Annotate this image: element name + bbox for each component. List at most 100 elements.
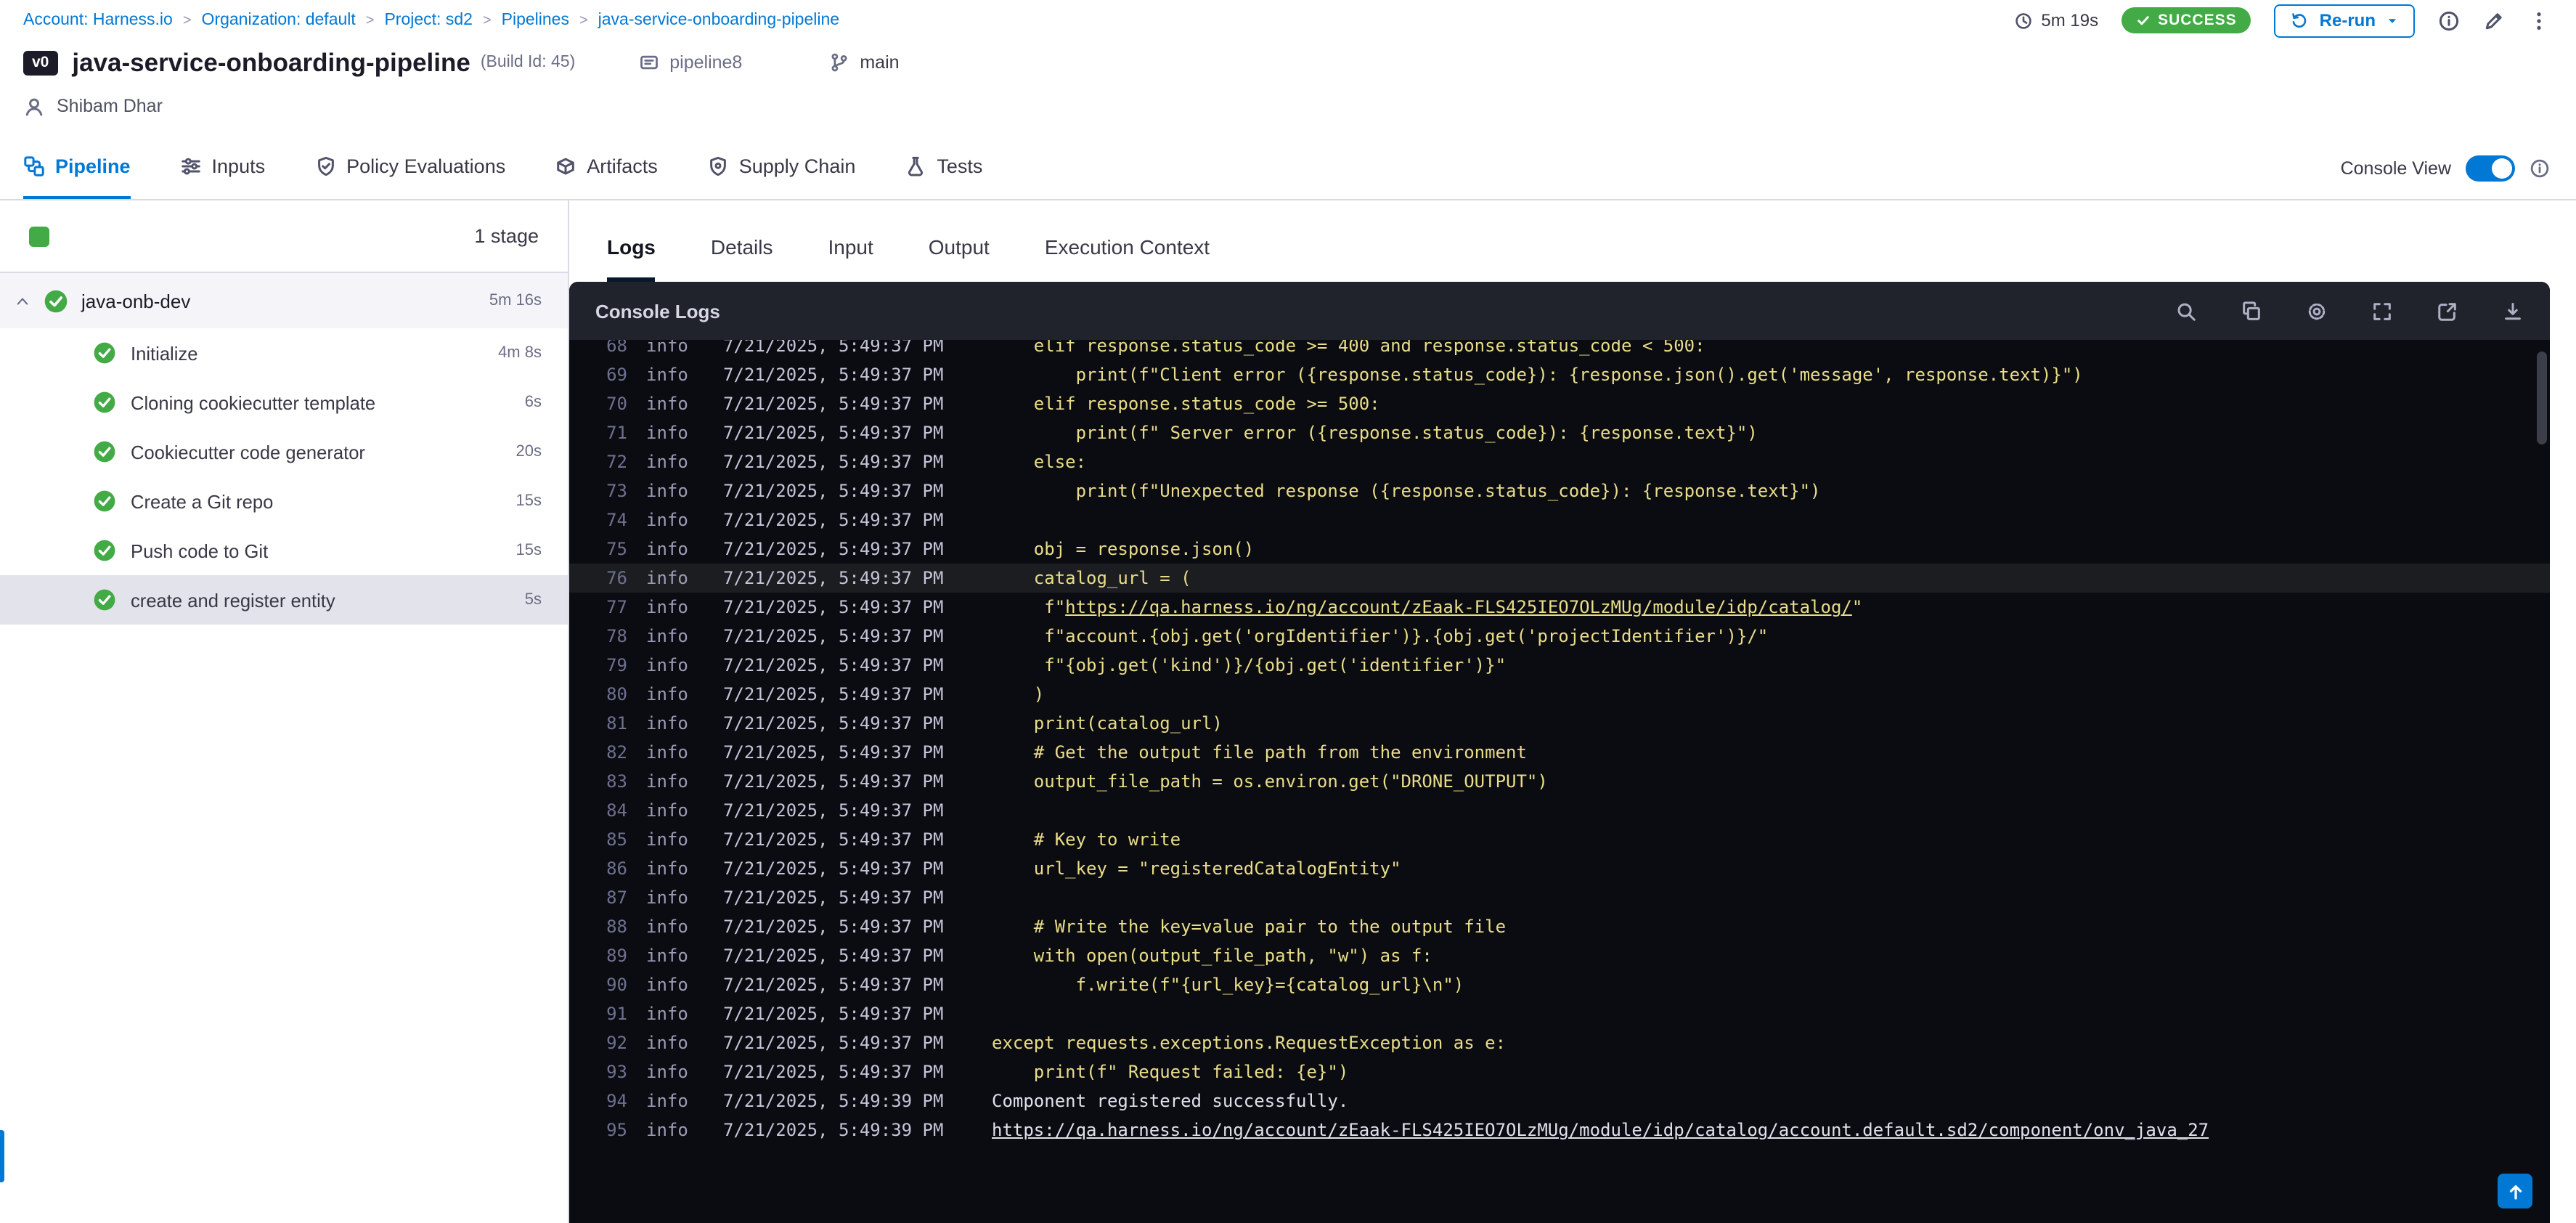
step-name: create and register entity (131, 589, 335, 611)
log-row: 73 info 7/21/2025, 5:49:37 PM print(f"Unex… (569, 476, 2550, 505)
breadcrumb-item[interactable]: Pipelines (502, 12, 569, 29)
step-item[interactable]: Create a Git repo 15s (0, 476, 568, 526)
breadcrumb-item[interactable]: Organization: default (202, 12, 356, 29)
tab-supply-chain[interactable]: Supply Chain (707, 137, 855, 199)
log-row: 70 info 7/21/2025, 5:49:37 PM elif respons… (569, 389, 2550, 418)
branch-tag[interactable]: main (829, 52, 900, 73)
rerun-button[interactable]: Re-run (2274, 4, 2415, 37)
log-row: 85 info 7/21/2025, 5:49:37 PM # Key to wri… (569, 825, 2550, 854)
log-message: ) (992, 680, 1044, 709)
log-message: obj = response.json() (992, 535, 1254, 564)
step-item[interactable]: Initialize 4m 8s (0, 328, 568, 378)
stage-row[interactable]: java-onb-dev 5m 16s (0, 273, 568, 328)
log-timestamp: 7/21/2025, 5:49:37 PM (723, 597, 944, 617)
step-duration: 15s (515, 492, 542, 510)
log-message: https://qa.harness.io/ng/account/zEaak-F… (992, 1116, 2209, 1145)
tab-logs[interactable]: Logs (607, 235, 656, 282)
log-level: info (646, 887, 688, 908)
main-tabs: Pipeline Inputs Policy Evaluations Artifact… (23, 137, 982, 199)
step-name: Cloning cookiecutter template (131, 391, 376, 413)
log-message: f"account.{obj.get('orgIdentifier')}.{ob… (992, 622, 1768, 651)
line-number: 75 (606, 539, 627, 559)
artifacts-icon (555, 155, 576, 177)
stage-count-row: 1 stage (0, 200, 568, 273)
line-number: 94 (606, 1091, 627, 1111)
tab-execution-context[interactable]: Execution Context (1045, 235, 1210, 282)
pipeline-tag[interactable]: pipeline8 (639, 52, 742, 73)
log-text: f.write(f"{url_key}={catalog_url}\n") (992, 975, 1464, 995)
log-level: info (646, 568, 688, 588)
check-circle-icon (93, 440, 116, 463)
step-item[interactable]: Cloning cookiecutter template 6s (0, 378, 568, 427)
more-options-button[interactable] (2528, 9, 2550, 31)
log-row: 92 info 7/21/2025, 5:49:37 PM except reques… (569, 1028, 2550, 1057)
log-row: 78 info 7/21/2025, 5:49:37 PM f"account.{o… (569, 622, 2550, 651)
breadcrumb-item[interactable]: Project: sd2 (384, 12, 472, 29)
step-item[interactable]: create and register entity 5s (0, 575, 568, 625)
info-icon[interactable] (2438, 9, 2460, 31)
log-link[interactable]: https://qa.harness.io/ng/account/zEaak-F… (1065, 597, 1852, 617)
step-item[interactable]: Push code to Git 15s (0, 526, 568, 575)
log-message: f.write(f"{url_key}={catalog_url}\n") (992, 970, 1464, 999)
log-message: print(f"Client error ({response.status_c… (992, 360, 2083, 389)
log-text: Component registered successfully. (992, 1091, 1349, 1111)
tab-output[interactable]: Output (929, 235, 990, 282)
settings-icon[interactable] (2306, 300, 2328, 322)
breadcrumb-item[interactable]: Account: Harness.io (23, 12, 173, 29)
tab-details[interactable]: Details (711, 235, 773, 282)
log-level: info (646, 1004, 688, 1024)
log-level: info (646, 655, 688, 675)
tab-artifacts[interactable]: Artifacts (555, 137, 658, 199)
console-view-toggle[interactable] (2466, 155, 2515, 181)
line-number: 84 (606, 800, 627, 821)
breadcrumb-item[interactable]: java-service-onboarding-pipeline (598, 12, 839, 29)
run-duration: 5m 19s (2013, 10, 2098, 31)
open-in-new-icon[interactable] (2437, 300, 2458, 322)
console-view-label: Console View (2340, 158, 2451, 178)
top-right-actions: 5m 19s SUCCESS Re-run (2013, 4, 2550, 37)
tab-inputs[interactable]: Inputs (180, 137, 265, 199)
stage-status-legend (29, 226, 49, 246)
copy-icon[interactable] (2241, 300, 2262, 322)
log-level: info (646, 771, 688, 792)
log-level: info (646, 340, 688, 356)
scrollbar-thumb[interactable] (2537, 352, 2547, 444)
tab-tests[interactable]: Tests (905, 137, 982, 199)
log-text: url_key = "registeredCatalogEntity" (992, 858, 1401, 879)
log-timestamp: 7/21/2025, 5:49:37 PM (723, 340, 944, 356)
page-title: java-service-onboarding-pipeline (72, 47, 470, 76)
log-row: 74 info 7/21/2025, 5:49:37 PM (569, 505, 2550, 535)
collapse-chevron-icon[interactable] (15, 293, 30, 309)
edit-pipeline-button[interactable] (2483, 9, 2505, 31)
log-text: output_file_path = os.environ.get("DRONE… (992, 771, 1548, 792)
line-number: 68 (606, 340, 627, 356)
log-level: info (646, 829, 688, 850)
download-icon[interactable] (2502, 300, 2524, 322)
line-number: 73 (606, 481, 627, 501)
fullscreen-icon[interactable] (2371, 300, 2393, 322)
line-number: 95 (606, 1120, 627, 1140)
stage-success-icon (44, 288, 68, 313)
execution-detail-pane: Logs Details Input Output Execution Context … (569, 200, 2576, 1223)
tab-input[interactable]: Input (828, 235, 873, 282)
log-row: 93 info 7/21/2025, 5:49:37 PM print(f" Req… (569, 1057, 2550, 1086)
console-panel: Console Logs 68 info 7/21/2025, 5:49:37 PM… (569, 282, 2550, 1223)
search-icon[interactable] (2175, 300, 2197, 322)
log-message: url_key = "registeredCatalogEntity" (992, 854, 1401, 883)
breadcrumb-separator: > (482, 12, 492, 28)
console-header: Console Logs (569, 282, 2550, 340)
toggle-knob (2492, 158, 2512, 178)
line-number: 85 (606, 829, 627, 850)
log-link[interactable]: https://qa.harness.io/ng/account/zEaak-F… (992, 1120, 2209, 1140)
scroll-top-button[interactable] (2498, 1174, 2532, 1208)
tab-label: Artifacts (587, 155, 658, 177)
step-item[interactable]: Cookiecutter code generator 20s (0, 427, 568, 476)
inputs-icon (180, 155, 202, 177)
tab-policy-evaluations[interactable]: Policy Evaluations (314, 137, 505, 199)
log-timestamp: 7/21/2025, 5:49:37 PM (723, 917, 944, 937)
log-row: 91 info 7/21/2025, 5:49:37 PM (569, 999, 2550, 1028)
tab-pipeline[interactable]: Pipeline (23, 137, 131, 199)
line-number: 88 (606, 917, 627, 937)
console-view-info-icon[interactable] (2530, 158, 2550, 178)
tests-icon (905, 155, 926, 177)
